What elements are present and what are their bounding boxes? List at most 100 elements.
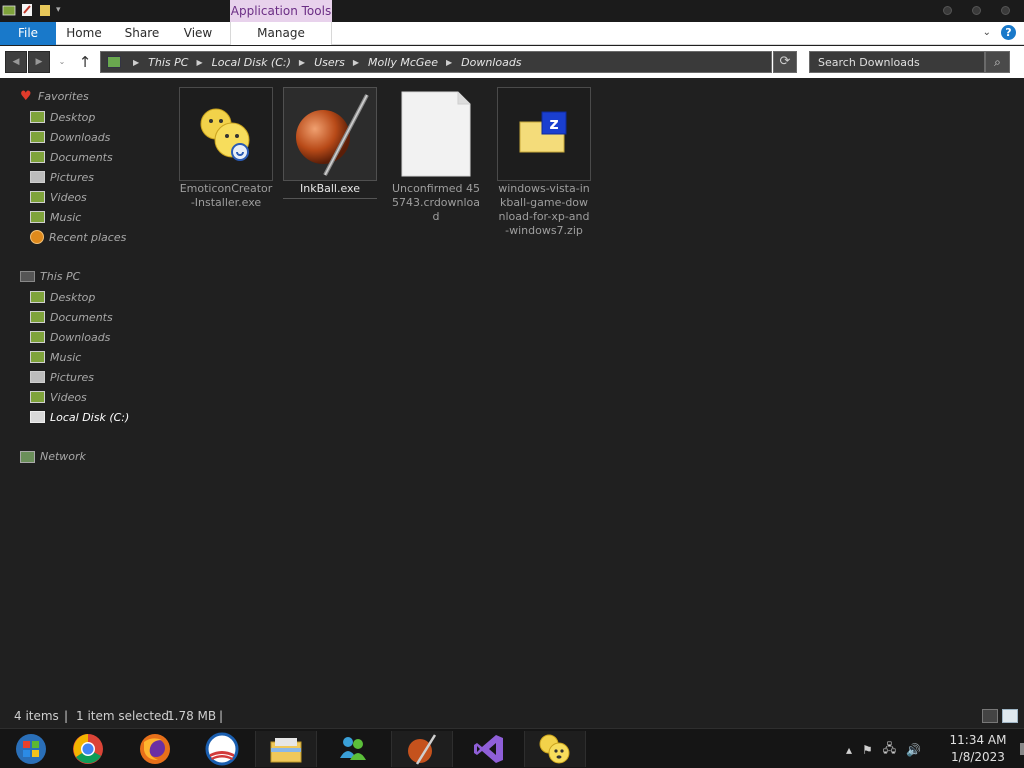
svg-text:z: z — [549, 114, 558, 133]
file-name: windows-vista-inkball-game-download-for-… — [498, 182, 590, 237]
forward-button[interactable]: ▶ — [28, 51, 50, 73]
breadcrumb-molly-mcgee[interactable]: Molly McGee — [368, 56, 438, 69]
tab-file[interactable]: File — [0, 22, 56, 45]
blank-file-icon — [401, 91, 471, 177]
breadcrumb-downloads[interactable]: Downloads — [461, 56, 521, 69]
file-thumbnail — [179, 87, 273, 181]
file-tile[interactable]: InkBall.exe — [282, 86, 378, 200]
expand-ribbon-chevron-icon[interactable]: ⌄ — [983, 27, 991, 38]
view-toggle — [982, 709, 1018, 723]
large-icons-view-icon[interactable] — [1002, 709, 1018, 723]
folder-app-icon[interactable] — [2, 3, 16, 17]
tab-view[interactable]: View — [172, 22, 224, 45]
clock[interactable]: 11:34 AM 1/8/2023 — [940, 732, 1016, 766]
network-icon — [20, 450, 35, 463]
taskbar-emoticon-creator[interactable] — [524, 731, 586, 767]
refresh-button[interactable]: ⟳ — [773, 51, 797, 73]
sidebar-item-pc-videos[interactable]: Videos — [30, 389, 87, 405]
search-input[interactable] — [809, 51, 985, 73]
file-tile[interactable]: Unconfirmed 455743.crdownload — [388, 86, 484, 225]
breadcrumb-users[interactable]: Users — [314, 56, 345, 69]
emoticon-installer-icon — [200, 108, 250, 161]
breadcrumb: ▶ This PC ▶ Local Disk (C:) ▶ Users ▶ Mo… — [125, 56, 522, 69]
file-thumbnail — [283, 87, 377, 181]
inkball-icon — [408, 734, 437, 765]
sidebar-item-pc-music[interactable]: Music — [30, 349, 81, 365]
tab-home[interactable]: Home — [56, 22, 112, 45]
file-explorer-icon — [270, 738, 302, 763]
sidebar-item-pc-documents[interactable]: Documents — [30, 309, 113, 325]
videos-folder-icon — [30, 191, 45, 203]
breadcrumb-local-disk[interactable]: Local Disk (C:) — [212, 56, 291, 69]
pictures-folder-icon — [30, 371, 45, 383]
breadcrumb-separator-icon[interactable]: ▶ — [446, 58, 452, 67]
up-button[interactable]: ↑ — [76, 52, 94, 72]
sidebar-item-pc-pictures[interactable]: Pictures — [30, 369, 94, 385]
explorer-window: ▾ Application Tools File Home Share View… — [0, 0, 1024, 768]
taskbar-obama-app[interactable] — [191, 731, 253, 767]
status-divider: | — [64, 709, 69, 723]
tab-share[interactable]: Share — [114, 22, 170, 45]
sidebar-item-pc-desktop[interactable]: Desktop — [30, 289, 95, 305]
breadcrumb-separator-icon[interactable]: ▶ — [133, 58, 139, 67]
taskbar-firefox[interactable] — [124, 731, 186, 767]
sidebar-item-fav-documents[interactable]: Documents — [30, 149, 113, 165]
customize-quick-access-icon[interactable]: ▾ — [56, 5, 61, 15]
documents-folder-icon — [30, 311, 45, 323]
new-folder-icon[interactable] — [38, 3, 52, 17]
recent-locations-chevron-icon[interactable]: ⌄ — [56, 56, 68, 68]
details-view-icon[interactable] — [982, 709, 998, 723]
downloads-folder-icon — [30, 331, 45, 343]
taskbar-file-explorer[interactable] — [255, 731, 317, 767]
sidebar-item-fav-pictures[interactable]: Pictures — [30, 169, 94, 185]
help-icon[interactable]: ? — [1001, 25, 1016, 40]
show-hidden-icons-icon[interactable]: ▴ — [846, 743, 852, 757]
file-tile[interactable]: z windows-vista-inkball-game-download-fo… — [496, 86, 592, 239]
back-button[interactable]: ◀ — [5, 51, 27, 73]
breadcrumb-separator-icon[interactable]: ▶ — [196, 58, 202, 67]
navigation-pane: ♥ Favorites Desktop Downloads Documents … — [0, 80, 170, 700]
sidebar-item-fav-desktop[interactable]: Desktop — [30, 109, 95, 125]
close-button[interactable] — [1001, 6, 1010, 15]
sidebar-item-local-disk[interactable]: Local Disk (C:) — [30, 409, 129, 425]
search-icon[interactable]: ⌕ — [985, 51, 1010, 73]
sidebar-item-pc-downloads[interactable]: Downloads — [30, 329, 110, 345]
sidebar-item-fav-downloads[interactable]: Downloads — [30, 129, 110, 145]
status-divider: | — [219, 709, 224, 723]
selected-count: 1 item selected — [76, 709, 170, 723]
volume-icon[interactable]: 🔊 — [906, 743, 921, 757]
file-name: Unconfirmed 455743.crdownload — [391, 182, 481, 223]
chrome-icon — [73, 734, 103, 764]
file-tile[interactable]: EmoticonCreator-Installer.exe — [178, 86, 274, 211]
taskbar-messenger[interactable] — [322, 731, 384, 767]
taskbar: ▴ ⚑ 🖧 🔊 11:34 AM 1/8/2023 — [0, 728, 1024, 768]
downloads-folder-icon — [30, 131, 45, 143]
emoticon-creator-icon — [539, 734, 570, 764]
tab-manage[interactable]: Manage — [230, 22, 332, 45]
taskbar-chrome[interactable] — [57, 731, 119, 767]
navigation-bar: ◀ ▶ ⌄ ↑ ▶ This PC ▶ Local Disk (C:) ▶ Us… — [0, 46, 1024, 78]
breadcrumb-separator-icon[interactable]: ▶ — [353, 58, 359, 67]
clock-time: 11:34 AM — [949, 733, 1007, 747]
sidebar-group-favorites[interactable]: ♥ Favorites — [20, 88, 89, 104]
desktop-folder-icon — [30, 111, 45, 123]
sidebar-item-fav-videos[interactable]: Videos — [30, 189, 87, 205]
taskbar-visual-studio[interactable] — [458, 731, 520, 767]
start-button[interactable] — [0, 731, 62, 767]
show-desktop-button[interactable] — [1020, 743, 1024, 755]
music-folder-icon — [30, 351, 45, 363]
favorites-heart-icon: ♥ — [20, 88, 32, 104]
sidebar-group-network[interactable]: Network — [20, 450, 86, 463]
action-center-flag-icon[interactable]: ⚑ — [862, 743, 873, 757]
maximize-button[interactable] — [972, 6, 981, 15]
sidebar-item-recent-places[interactable]: Recent places — [30, 229, 126, 245]
minimize-button[interactable] — [943, 6, 952, 15]
sidebar-group-this-pc[interactable]: This PC — [20, 270, 80, 283]
network-status-icon[interactable]: 🖧 — [883, 739, 896, 760]
breadcrumb-separator-icon[interactable]: ▶ — [299, 58, 305, 67]
properties-icon[interactable] — [20, 3, 34, 17]
address-bar[interactable]: ▶ This PC ▶ Local Disk (C:) ▶ Users ▶ Mo… — [100, 51, 772, 73]
taskbar-inkball[interactable] — [391, 731, 453, 767]
sidebar-item-fav-music[interactable]: Music — [30, 209, 81, 225]
breadcrumb-this-pc[interactable]: This PC — [148, 56, 188, 69]
